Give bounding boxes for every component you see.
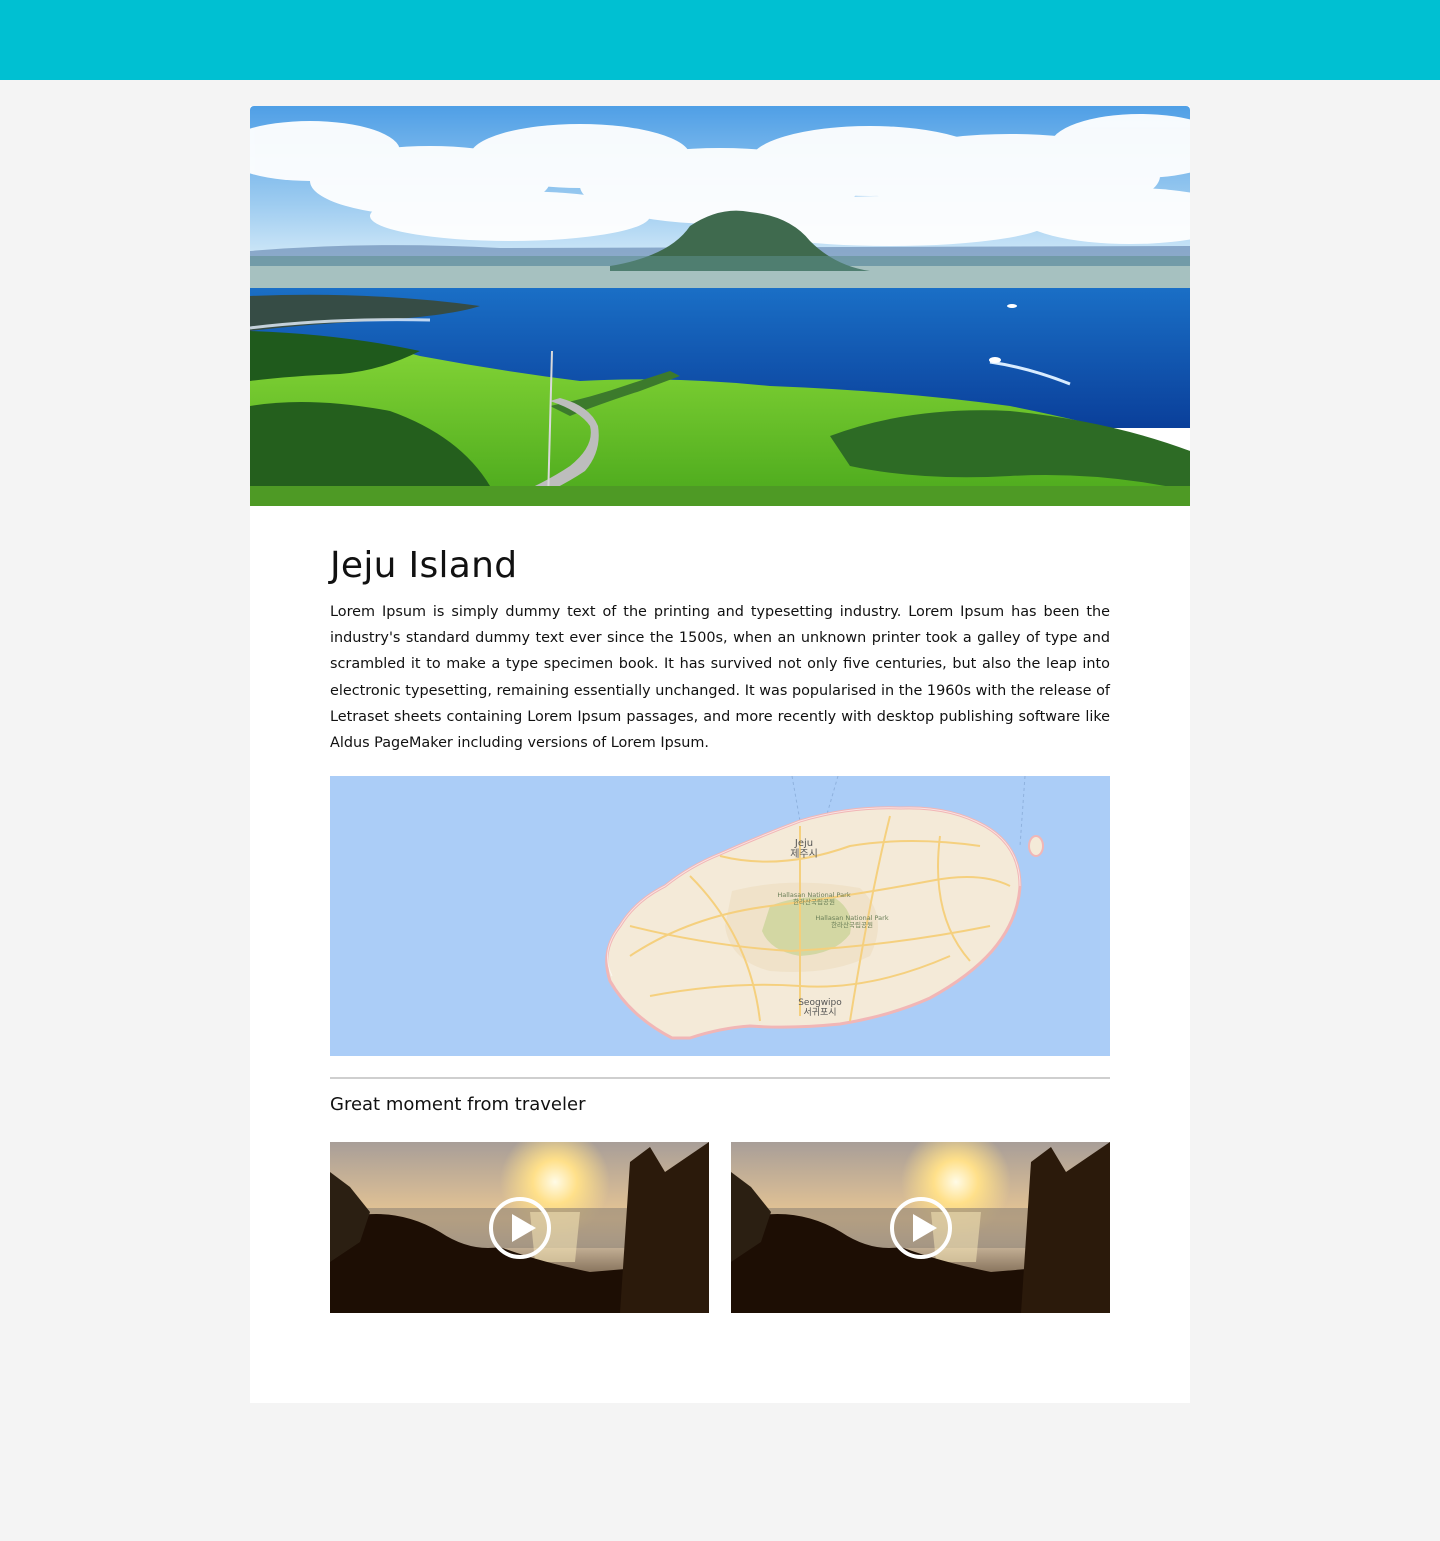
video-thumbnail-1[interactable] — [330, 1142, 709, 1313]
section-heading: Great moment from traveler — [330, 1094, 586, 1115]
map-label-jeju: Jeju — [794, 838, 813, 849]
jeju-map[interactable]: Jeju 제주시 Hallasan National Park 한라산국립공원 … — [330, 776, 1110, 1056]
map-label-park-2-ko: 한라산국립공원 — [831, 920, 873, 929]
video-thumbnail-2[interactable] — [731, 1142, 1110, 1313]
page-title: Jeju Island — [330, 545, 518, 586]
section-divider — [330, 1077, 1110, 1079]
map-label-park-1-ko: 한라산국립공원 — [793, 897, 835, 906]
top-header-bar — [0, 0, 1440, 80]
article-description: Lorem Ipsum is simply dummy text of the … — [330, 604, 1110, 752]
hero-image — [250, 106, 1190, 506]
map-label-jeju-ko: 제주시 — [790, 848, 818, 860]
play-icon[interactable] — [488, 1196, 552, 1260]
play-icon[interactable] — [889, 1196, 953, 1260]
map-label-seogwipo: Seogwipo — [798, 998, 842, 1008]
article-card: Jeju Island Lorem Ipsum is simply dummy … — [250, 106, 1190, 1403]
map-label-seogwipo-ko: 서귀포시 — [803, 1007, 836, 1018]
